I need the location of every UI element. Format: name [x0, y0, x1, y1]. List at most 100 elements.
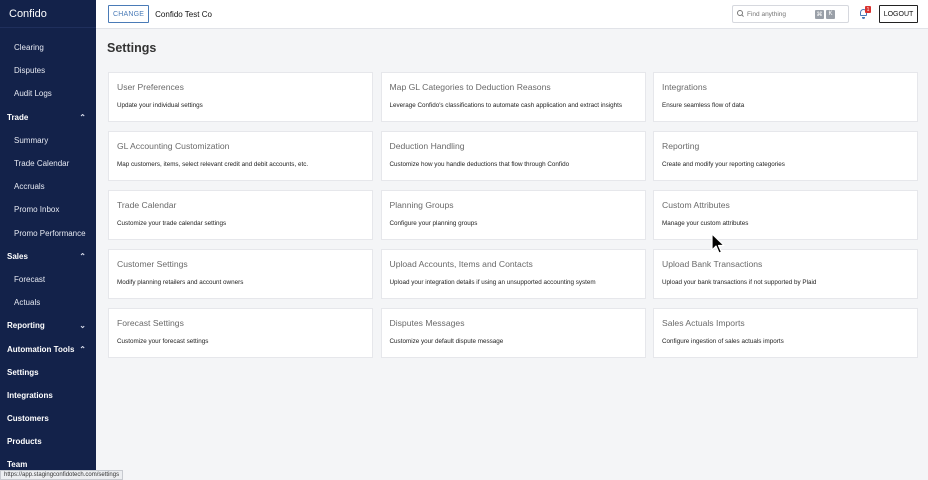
sidebar-item-summary[interactable]: Summary	[0, 129, 96, 152]
sidebar-item-label: Products	[7, 437, 42, 447]
sidebar-item-label: Settings	[7, 367, 39, 377]
search-input[interactable]	[747, 10, 813, 18]
card-title: Map GL Categories to Deduction Reasons	[389, 82, 551, 92]
logout-button[interactable]: LOGOUT	[879, 5, 918, 23]
sidebar-item-label: Team	[7, 460, 28, 470]
settings-card-disputes-messages[interactable]: Disputes Messages Customize your default …	[380, 308, 646, 358]
card-title: Reporting	[662, 141, 700, 151]
card-description: Modify planning retailers and account ow…	[117, 279, 244, 286]
card-title: GL Accounting Customization	[117, 141, 230, 151]
card-description: Map customers, items, select relevant cr…	[117, 161, 309, 168]
settings-card-map-gl-categories-to-deduction-reasons[interactable]: Map GL Categories to Deduction Reasons Le…	[380, 72, 646, 122]
card-title: Trade Calendar	[117, 200, 177, 210]
company-name: Confido Test Co	[155, 9, 212, 19]
settings-card-upload-bank-transactions[interactable]: Upload Bank Transactions Upload your bank…	[653, 249, 918, 299]
chevron-up-icon[interactable]: ⌃	[79, 252, 86, 261]
settings-card-trade-calendar[interactable]: Trade Calendar Customize your trade calen…	[108, 190, 373, 240]
card-description: Upload your bank transactions if not sup…	[662, 279, 817, 286]
sidebar-item-label: Summary	[14, 135, 49, 145]
sidebar-item-customers[interactable]: Customers	[0, 407, 96, 430]
card-description: Update your individual settings	[117, 102, 203, 109]
sidebar-item-automation-tools[interactable]: Automation Tools ⌃	[0, 337, 96, 360]
card-title: Custom Attributes	[662, 200, 730, 210]
sidebar-item-label: Integrations	[7, 390, 53, 400]
sidebar-item-forecast[interactable]: Forecast	[0, 268, 96, 291]
sidebar-item-label: Audit Logs	[14, 89, 52, 99]
sidebar-item-label: Trade	[7, 112, 29, 122]
sidebar-item-products[interactable]: Products	[0, 430, 96, 453]
card-description: Customize your default dispute message	[389, 338, 504, 345]
sidebar-item-label: Reporting	[7, 321, 45, 331]
card-description: Configure ingestion of sales actuals imp…	[662, 338, 784, 345]
card-description: Upload your integration details if using…	[389, 279, 596, 286]
sidebar-item-label: Disputes	[14, 66, 46, 76]
settings-card-planning-groups[interactable]: Planning Groups Configure your planning g…	[380, 190, 646, 240]
sidebar-item-actuals[interactable]: Actuals	[0, 291, 96, 314]
sidebar-item-reporting[interactable]: Reporting ⌄	[0, 314, 96, 337]
card-title: Disputes Messages	[389, 318, 465, 328]
sidebar-item-label: Automation Tools	[7, 344, 75, 354]
sidebar-item-trade-calendar[interactable]: Trade Calendar	[0, 152, 96, 175]
brand-logo[interactable]: Confido	[0, 0, 96, 28]
chevron-up-icon[interactable]: ⌃	[79, 345, 86, 354]
card-description: Create and modify your reporting categor…	[662, 161, 785, 168]
settings-card-upload-accounts-items-and-contacts[interactable]: Upload Accounts, Items and Contacts Uploa…	[380, 249, 646, 299]
sidebar-item-promo-performance[interactable]: Promo Performance	[0, 222, 96, 245]
settings-card-grid: User Preferences Update your individual s…	[108, 72, 918, 358]
page-title: Settings	[107, 41, 157, 55]
card-title: Planning Groups	[389, 200, 454, 210]
settings-card-integrations[interactable]: Integrations Ensure seamless flow of data	[653, 72, 918, 122]
change-company-button[interactable]: CHANGE	[108, 5, 150, 23]
settings-card-deduction-handling[interactable]: Deduction Handling Customize how you hand…	[380, 131, 646, 181]
card-title: Upload Accounts, Items and Contacts	[389, 259, 533, 269]
sidebar: Confido Clearing Disputes Audit Logs Trade ⌃…	[0, 0, 96, 480]
shortcut-key-cmd: ⌘	[815, 9, 824, 19]
nav-spacer	[0, 28, 96, 36]
card-title: Deduction Handling	[389, 141, 465, 151]
settings-card-customer-settings[interactable]: Customer Settings Modify planning retaile…	[108, 249, 373, 299]
link-status-bar: https://app.stagingconfidotech.com/setti…	[0, 470, 124, 480]
sidebar-item-label: Trade Calendar	[14, 159, 70, 169]
card-description: Customize how you handle deductions that…	[389, 161, 570, 168]
sidebar-item-label: Actuals	[14, 298, 41, 308]
sidebar-item-label: Clearing	[14, 43, 44, 53]
sidebar-item-label: Accruals	[14, 182, 45, 192]
sidebar-item-accruals[interactable]: Accruals	[0, 175, 96, 198]
notification-badge: 1	[865, 6, 871, 13]
sidebar-item-label: Customers	[7, 414, 49, 424]
settings-card-sales-actuals-imports[interactable]: Sales Actuals Imports Configure ingestion…	[653, 308, 918, 358]
sidebar-item-sales[interactable]: Sales ⌃	[0, 245, 96, 268]
card-title: Integrations	[662, 82, 707, 92]
card-description: Manage your custom attributes	[662, 220, 749, 227]
sidebar-item-clearing[interactable]: Clearing	[0, 36, 96, 59]
sidebar-item-settings[interactable]: Settings	[0, 361, 96, 384]
notifications-bell-icon[interactable]: 1	[859, 6, 871, 19]
card-description: Customize your forecast settings	[117, 338, 209, 345]
sidebar-item-integrations[interactable]: Integrations	[0, 384, 96, 407]
card-title: User Preferences	[117, 82, 184, 92]
card-description: Configure your planning groups	[389, 220, 478, 227]
settings-card-forecast-settings[interactable]: Forecast Settings Customize your forecast…	[108, 308, 373, 358]
sidebar-item-label: Promo Performance	[14, 228, 86, 238]
mouse-cursor-icon	[711, 233, 725, 254]
settings-card-user-preferences[interactable]: User Preferences Update your individual s…	[108, 72, 373, 122]
sidebar-item-trade[interactable]: Trade ⌃	[0, 106, 96, 129]
chevron-down-icon[interactable]: ⌄	[79, 321, 86, 330]
card-description: Customize your trade calendar settings	[117, 220, 227, 227]
chevron-up-icon[interactable]: ⌃	[79, 113, 86, 122]
card-description: Leverage Confido's classifications to au…	[389, 102, 623, 109]
sidebar-nav: Clearing Disputes Audit Logs Trade ⌃ Summary T…	[0, 28, 96, 477]
sidebar-item-label: Sales	[7, 251, 28, 261]
sidebar-item-label: Forecast	[14, 274, 46, 284]
search-box[interactable]: ⌘ K	[732, 5, 849, 23]
sidebar-item-promo-inbox[interactable]: Promo Inbox	[0, 198, 96, 221]
sidebar-item-disputes[interactable]: Disputes	[0, 59, 96, 82]
top-header: CHANGE Confido Test Co ⌘ K 1 LOGOUT	[96, 0, 928, 29]
card-title: Forecast Settings	[117, 318, 184, 328]
settings-card-custom-attributes[interactable]: Custom Attributes Manage your custom attr…	[653, 190, 918, 240]
sidebar-item-label: Promo Inbox	[14, 205, 60, 215]
settings-card-gl-accounting-customization[interactable]: GL Accounting Customization Map customers…	[108, 131, 373, 181]
settings-card-reporting[interactable]: Reporting Create and modify your reportin…	[653, 131, 918, 181]
sidebar-item-audit-logs[interactable]: Audit Logs	[0, 82, 96, 105]
shortcut-key-k: K	[826, 9, 835, 19]
